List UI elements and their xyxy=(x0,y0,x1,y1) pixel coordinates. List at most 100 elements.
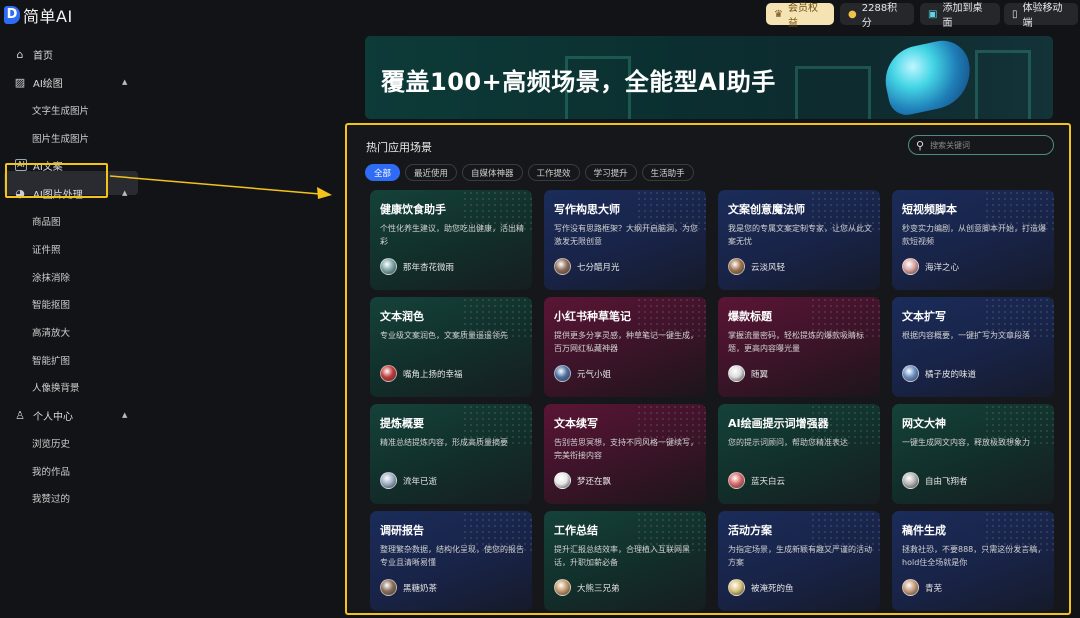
desktop-icon: ▣ xyxy=(928,8,938,20)
banner-decoration xyxy=(975,50,1031,119)
card-author: 蓝天白云 xyxy=(728,472,785,489)
author-name: 海洋之心 xyxy=(925,262,960,273)
sidebar-item-liked[interactable]: 我赞过的 xyxy=(0,485,140,513)
card-description: 根据内容概要，一键扩写为文章段落 xyxy=(902,331,1030,340)
avatar xyxy=(554,258,571,275)
tab-all[interactable]: 全部 xyxy=(365,164,401,181)
card-title: 小红书种草笔记 xyxy=(554,310,631,323)
avatar xyxy=(902,258,919,275)
sidebar-item-erase[interactable]: 涂抹消除 xyxy=(0,263,140,291)
image-icon: ▨ xyxy=(14,75,26,89)
avatar xyxy=(902,579,919,596)
scenario-card[interactable]: 爆款标题 掌握流量密码，轻松提炼的爆款吸睛标题，更高内容曝光量 随翼 xyxy=(718,297,880,397)
card-description: 拯救社恐，不要888，只需这份发言稿，hold住全场就是你 xyxy=(902,545,1046,567)
sidebar-item-product-image[interactable]: 商品图 xyxy=(0,207,140,235)
card-author: 七分醋月光 xyxy=(554,258,620,275)
card-description: 我是您的专属文案定制专家，让您从此文案无忧 xyxy=(728,224,872,246)
scenario-card[interactable]: 写作构思大师 写作没有思路框架？大纲开启脑洞，为您激发无限创意 七分醋月光 xyxy=(544,190,706,290)
home-icon: ⌂ xyxy=(16,47,24,61)
annotation-arrow xyxy=(109,175,332,199)
scenario-card[interactable]: 工作总结 提升汇报总结效率，合理植入互联网黑话，升职加薪必备 大熊三兄弟 xyxy=(544,511,706,611)
sidebar-item-id-photo[interactable]: 证件照 xyxy=(0,235,140,263)
card-title: 文案创意魔法师 xyxy=(728,203,805,216)
scenario-card[interactable]: 短视频脚本 秒变实力编剧，从创意脚本开始，打造爆款短视频 海洋之心 xyxy=(892,190,1054,290)
member-benefits-button[interactable]: ♛ 会员权益 xyxy=(766,3,834,29)
card-author: 嘴角上扬的幸福 xyxy=(380,365,463,382)
avatar xyxy=(380,579,397,596)
card-author: 随翼 xyxy=(728,365,768,382)
card-description: 写作没有思路框架？大纲开启脑洞，为您激发无限创意 xyxy=(554,224,698,246)
panel-title: 热门应用场景 xyxy=(366,141,432,154)
author-name: 那年杏花微雨 xyxy=(403,262,455,273)
author-name: 被淹死的鱼 xyxy=(751,583,794,594)
avatar xyxy=(554,579,571,596)
author-name: 云淡风轻 xyxy=(751,262,786,273)
sidebar-group-personal[interactable]: ♙ 个人中心 ▲ xyxy=(0,401,140,429)
sidebar-item-my-works[interactable]: 我的作品 xyxy=(0,457,140,485)
sidebar-item-portrait-bg[interactable]: 人像换背景 xyxy=(0,374,140,402)
search-input[interactable] xyxy=(928,139,1043,151)
phone-icon: ▯ xyxy=(1012,8,1018,20)
sidebar-item-outpaint[interactable]: 智能扩图 xyxy=(0,346,140,374)
tab-recent[interactable]: 最近使用 xyxy=(405,164,458,181)
card-author: 黑糖奶茶 xyxy=(380,579,437,596)
scenario-card[interactable]: AI绘画提示词增强器 您的提示词顾问，帮助您精准表达 蓝天白云 xyxy=(718,404,880,504)
scenario-card[interactable]: 稿件生成 拯救社恐，不要888，只需这份发言稿，hold住全场就是你 青芜 xyxy=(892,511,1054,611)
sidebar-item-upscale[interactable]: 高清放大 xyxy=(0,318,140,346)
sidebar-item-label: 首页 xyxy=(33,50,53,62)
points-button[interactable]: ● 2288积分 xyxy=(840,3,914,29)
card-description: 掌握流量密码，轻松提炼的爆款吸睛标题，更高内容曝光量 xyxy=(728,331,864,353)
highlight-box-ai-copy xyxy=(5,163,108,198)
add-to-desktop-button[interactable]: ▣ 添加到桌面 xyxy=(920,3,1000,29)
coin-icon: ● xyxy=(848,8,857,20)
avatar xyxy=(380,365,397,382)
scenario-card[interactable]: 网文大神 一键生成网文内容，释放极致想象力 自由飞翔者 xyxy=(892,404,1054,504)
author-name: 黑糖奶茶 xyxy=(403,583,438,594)
tab-productivity[interactable]: 工作提效 xyxy=(527,164,580,181)
tab-life[interactable]: 生活助手 xyxy=(641,164,694,181)
sidebar-item-home[interactable]: ⌂ 首页 xyxy=(0,40,140,68)
chevron-up-icon: ▲ xyxy=(122,411,128,420)
tab-self-media[interactable]: 自媒体神器 xyxy=(462,164,523,181)
sidebar-group-label: 个人中心 xyxy=(33,411,73,423)
card-author: 元气小姐 xyxy=(554,365,611,382)
tab-learning[interactable]: 学习提升 xyxy=(584,164,637,181)
avatar xyxy=(728,258,745,275)
card-description: 提升汇报总结效率，合理植入互联网黑话，升职加薪必备 xyxy=(554,545,690,567)
card-description: 您的提示词顾问，帮助您精准表达 xyxy=(728,438,848,447)
points-label: 2288积分 xyxy=(861,3,898,29)
sidebar-item-cutout[interactable]: 智能抠图 xyxy=(0,290,140,318)
card-title: 文本润色 xyxy=(380,310,424,323)
search-box[interactable]: ⚲ xyxy=(908,135,1054,155)
author-name: 橘子皮的味道 xyxy=(925,369,977,380)
app-logo[interactable]: D 简单AI xyxy=(4,3,73,27)
card-title: 文本续写 xyxy=(554,417,598,430)
scenario-card[interactable]: 健康饮食助手 个性化养生建议，助您吃出健康，活出精彩 那年杏花微雨 xyxy=(370,190,532,290)
scenario-card[interactable]: 文本续写 告别苦思冥想，支持不同风格一键续写，完美衔接内容 梦还在飘 xyxy=(544,404,706,504)
category-tabs: 全部 最近使用 自媒体神器 工作提效 学习提升 生活助手 xyxy=(365,164,694,181)
sidebar-item-history[interactable]: 浏览历史 xyxy=(0,429,140,457)
card-title: 短视频脚本 xyxy=(902,203,957,216)
sidebar-item-image-to-image[interactable]: 图片生成图片 xyxy=(0,124,140,152)
sidebar-item-text-to-image[interactable]: 文字生成图片 xyxy=(0,96,140,124)
hero-banner[interactable]: 覆盖100+高频场景，全能型AI助手 xyxy=(365,36,1053,119)
logo-mark: D xyxy=(4,6,20,24)
author-name: 嘴角上扬的幸福 xyxy=(403,369,463,380)
sidebar-group-label: AI绘图 xyxy=(33,78,63,90)
author-name: 大熊三兄弟 xyxy=(577,583,620,594)
mobile-experience-button[interactable]: ▯ 体验移动端 xyxy=(1004,3,1078,29)
scenario-card[interactable]: 文案创意魔法师我是您的专属文案定制专家，让您从此文案无忧云淡风轻 xyxy=(718,190,880,290)
scenario-card[interactable]: 文本扩写 根据内容概要，一键扩写为文章段落 橘子皮的味道 xyxy=(892,297,1054,397)
scenario-card[interactable]: 活动方案 为指定场景，生成新颖有趣又严谨的活动方案 被淹死的鱼 xyxy=(718,511,880,611)
card-title: 稿件生成 xyxy=(902,524,946,537)
scenario-card[interactable]: 提炼概要 精准总结提炼内容，形成高质量摘要 流年已逝 xyxy=(370,404,532,504)
avatar xyxy=(554,365,571,382)
card-author: 自由飞翔者 xyxy=(902,472,968,489)
scenario-card[interactable]: 文本润色 专业级文案润色，文案质量遥遥领先 嘴角上扬的幸福 xyxy=(370,297,532,397)
avatar xyxy=(380,472,397,489)
scenario-card[interactable]: 小红书种草笔记 提供更多分享灵感，种草笔记一键生成，百万网红私藏神器 元气小姐 xyxy=(544,297,706,397)
card-title: 健康饮食助手 xyxy=(380,203,446,216)
scenario-card[interactable]: 调研报告 整理繁杂数据，结构化呈现，使您的报告专业且清晰易懂 黑糖奶茶 xyxy=(370,511,532,611)
sidebar-group-ai-draw[interactable]: ▨ AI绘图 ▲ xyxy=(0,68,140,96)
card-author: 大熊三兄弟 xyxy=(554,579,620,596)
